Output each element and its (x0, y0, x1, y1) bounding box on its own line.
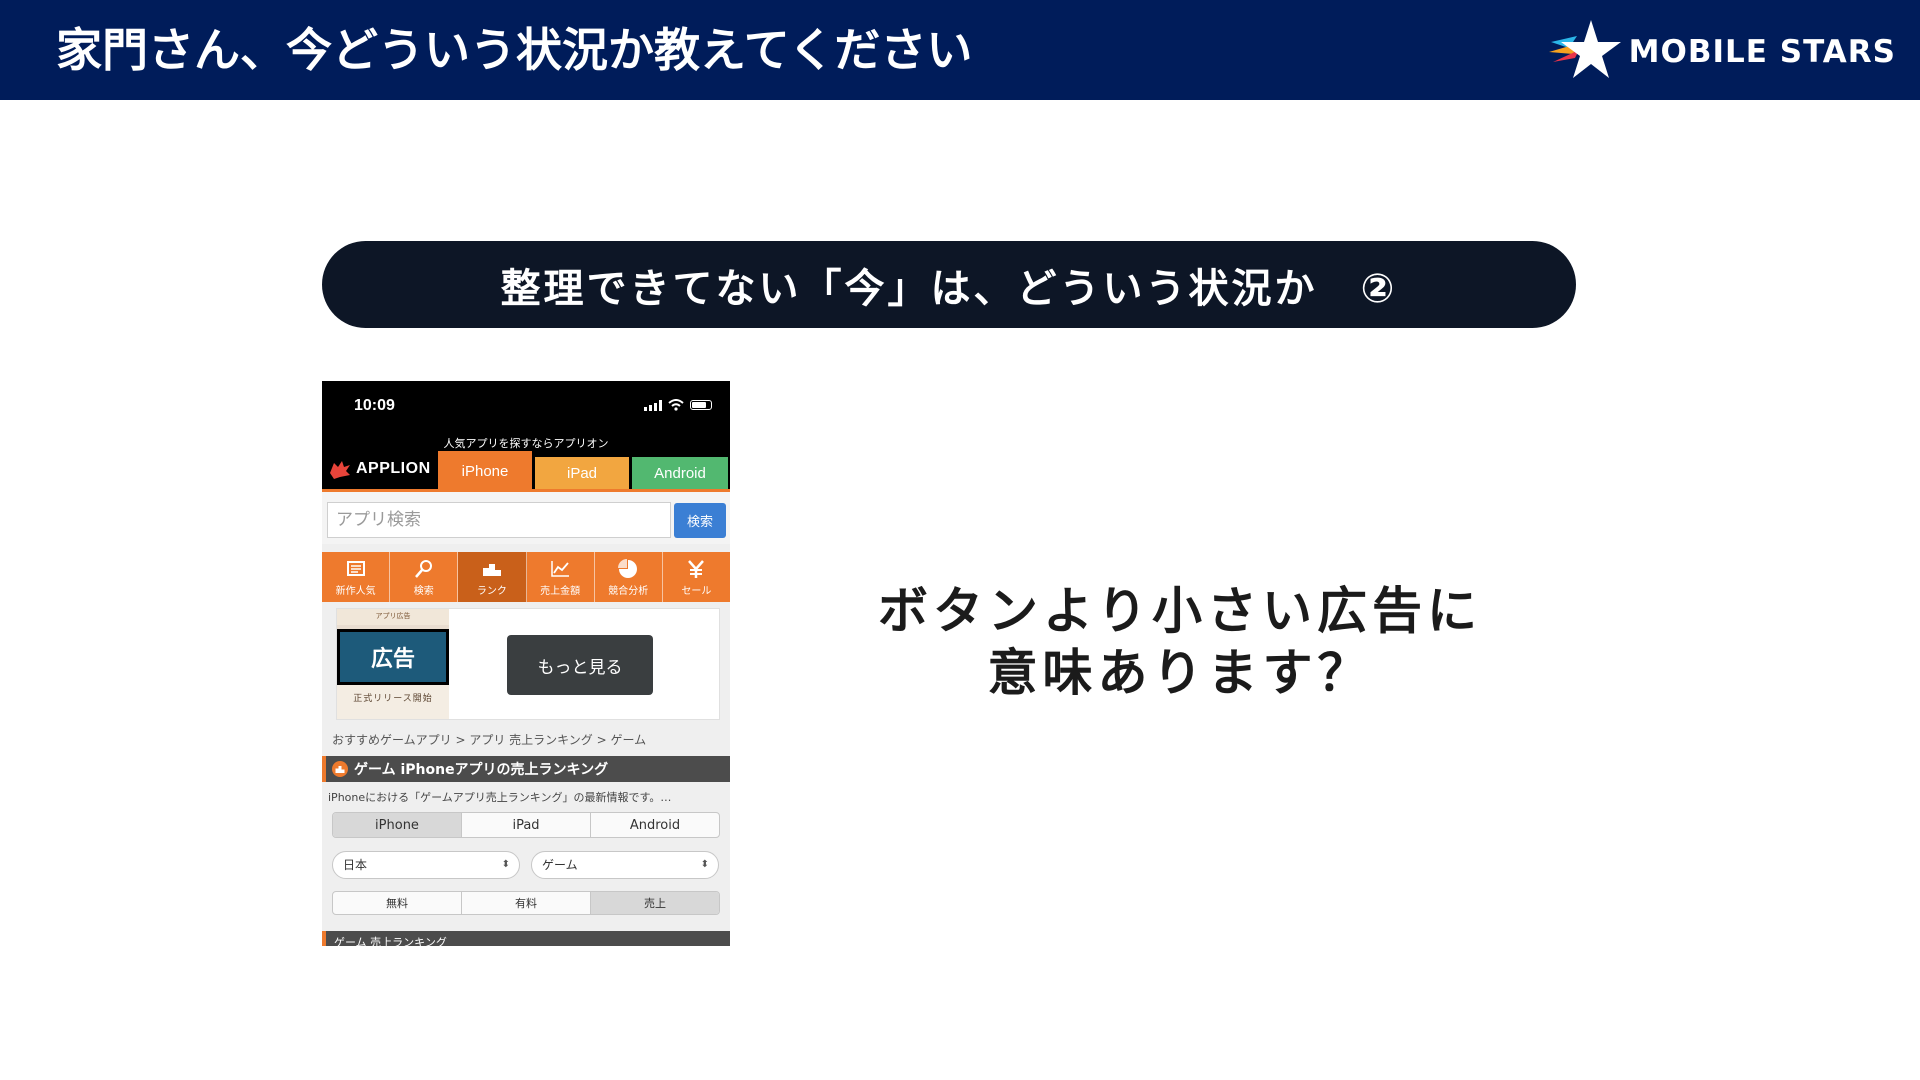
ad-banner-area: アプリ広告 広告 正式リリース開始 もっと見る (336, 608, 720, 720)
section-banner: 整理できてない「今」は、どういう状況か ② (322, 241, 1576, 328)
ad-label: 広告 (337, 629, 449, 685)
country-select-value: 日本 (343, 858, 368, 872)
category-label: 新作人気 (335, 585, 376, 597)
star-logo-icon (1548, 20, 1621, 78)
banner-text: 整理できてない「今」は、どういう状況か ② (500, 265, 1398, 312)
segment-iphone[interactable]: iPhone (333, 813, 462, 837)
section-title-text: ゲーム iPhoneアプリの売上ランキング (354, 762, 609, 778)
category-new-popular[interactable]: 新作人気 (322, 552, 391, 602)
question-line-2: 意味あります？ (987, 644, 1373, 702)
question-text: ボタンより小さい広告に 意味あります？ (860, 580, 1500, 704)
phone-screenshot: 10:09 人気アプリを探すならアプリオン APPLION iPhone iPa… (322, 381, 730, 946)
tab-ipad[interactable]: iPad (535, 457, 629, 490)
segment-free[interactable]: 無料 (333, 892, 462, 914)
category-label: ランク (476, 585, 507, 597)
updown-arrows-icon: ⬍ (501, 859, 510, 870)
question-line-1: ボタンより小さい広告に (878, 582, 1482, 640)
breadcrumb[interactable]: おすすめゲームアプリ > アプリ 売上ランキング > ゲーム (332, 731, 646, 748)
status-time: 10:09 (354, 397, 395, 414)
search-button[interactable]: 検索 (674, 503, 726, 538)
tab-iphone[interactable]: iPhone (438, 451, 532, 491)
magnifier-icon (414, 559, 432, 578)
platform-segment: iPhone iPad Android (332, 812, 720, 838)
lion-icon (330, 461, 350, 479)
ad-thumbnail[interactable]: アプリ広告 広告 正式リリース開始 (337, 609, 449, 719)
category-label: 売上金額 (540, 585, 581, 597)
category-label: 競合分析 (608, 585, 649, 597)
status-bar: 10:09 (322, 381, 730, 433)
ranking-section-title: ゲーム iPhoneアプリの売上ランキング (322, 756, 730, 782)
signal-icon (644, 399, 662, 411)
brand-name: MOBILE STARS (1628, 34, 1896, 70)
updown-arrows-icon: ⬍ (700, 859, 709, 870)
segment-ipad[interactable]: iPad (462, 813, 591, 837)
ad-thumb-caption: アプリ広告 (337, 609, 449, 625)
app-name: APPLION (356, 460, 431, 477)
category-bar: 新作人気 検索 ランク 売上金額 競合分析 セール (322, 552, 730, 602)
see-more-button[interactable]: もっと見る (507, 635, 653, 695)
line-chart-icon (551, 560, 570, 577)
category-label: 検索 (413, 585, 434, 597)
category-sale[interactable]: セール (663, 552, 730, 602)
genre-select-value: ゲーム (542, 858, 578, 872)
category-search[interactable]: 検索 (390, 552, 459, 602)
country-select[interactable]: 日本 ⬍ (332, 851, 520, 879)
category-rank[interactable]: ランク (458, 552, 527, 602)
yen-icon (688, 559, 705, 578)
ad-thumb-release-text: 正式リリース開始 (337, 685, 449, 719)
sales-ranking-header: ゲーム 売上ランキング (322, 931, 730, 946)
search-row: アプリ検索 検索 (322, 492, 730, 544)
status-icons (644, 399, 712, 411)
segment-android[interactable]: Android (591, 813, 719, 837)
category-label: セール (681, 585, 712, 597)
category-sales-amount[interactable]: 売上金額 (527, 552, 595, 602)
app-tagline: 人気アプリを探すならアプリオン (443, 438, 609, 450)
price-segment: 無料 有料 売上 (332, 891, 720, 915)
podium-icon (482, 563, 501, 576)
tab-android[interactable]: Android (632, 457, 728, 490)
app-search-input[interactable]: アプリ検索 (327, 502, 671, 538)
segment-paid[interactable]: 有料 (462, 892, 591, 914)
battery-icon (690, 400, 712, 410)
genre-select[interactable]: ゲーム ⬍ (531, 851, 719, 879)
newspaper-icon (346, 560, 365, 576)
wifi-icon (668, 399, 684, 411)
category-competitor-analysis[interactable]: 競合分析 (595, 552, 663, 602)
pie-chart-icon (618, 558, 638, 578)
segment-sales[interactable]: 売上 (591, 892, 719, 914)
brand-logo: MOBILE STARS (1547, 18, 1896, 86)
applion-logo[interactable]: APPLION (328, 459, 431, 479)
slide-title: 家門さん、今どういう状況か教えてください (56, 23, 973, 77)
ranking-description: iPhoneにおける「ゲームアプリ売上ランキング」の最新情報です。… (328, 791, 672, 804)
slide-header: 家門さん、今どういう状況か教えてください MOBILE STARS (0, 0, 1920, 100)
podium-icon (332, 761, 348, 777)
